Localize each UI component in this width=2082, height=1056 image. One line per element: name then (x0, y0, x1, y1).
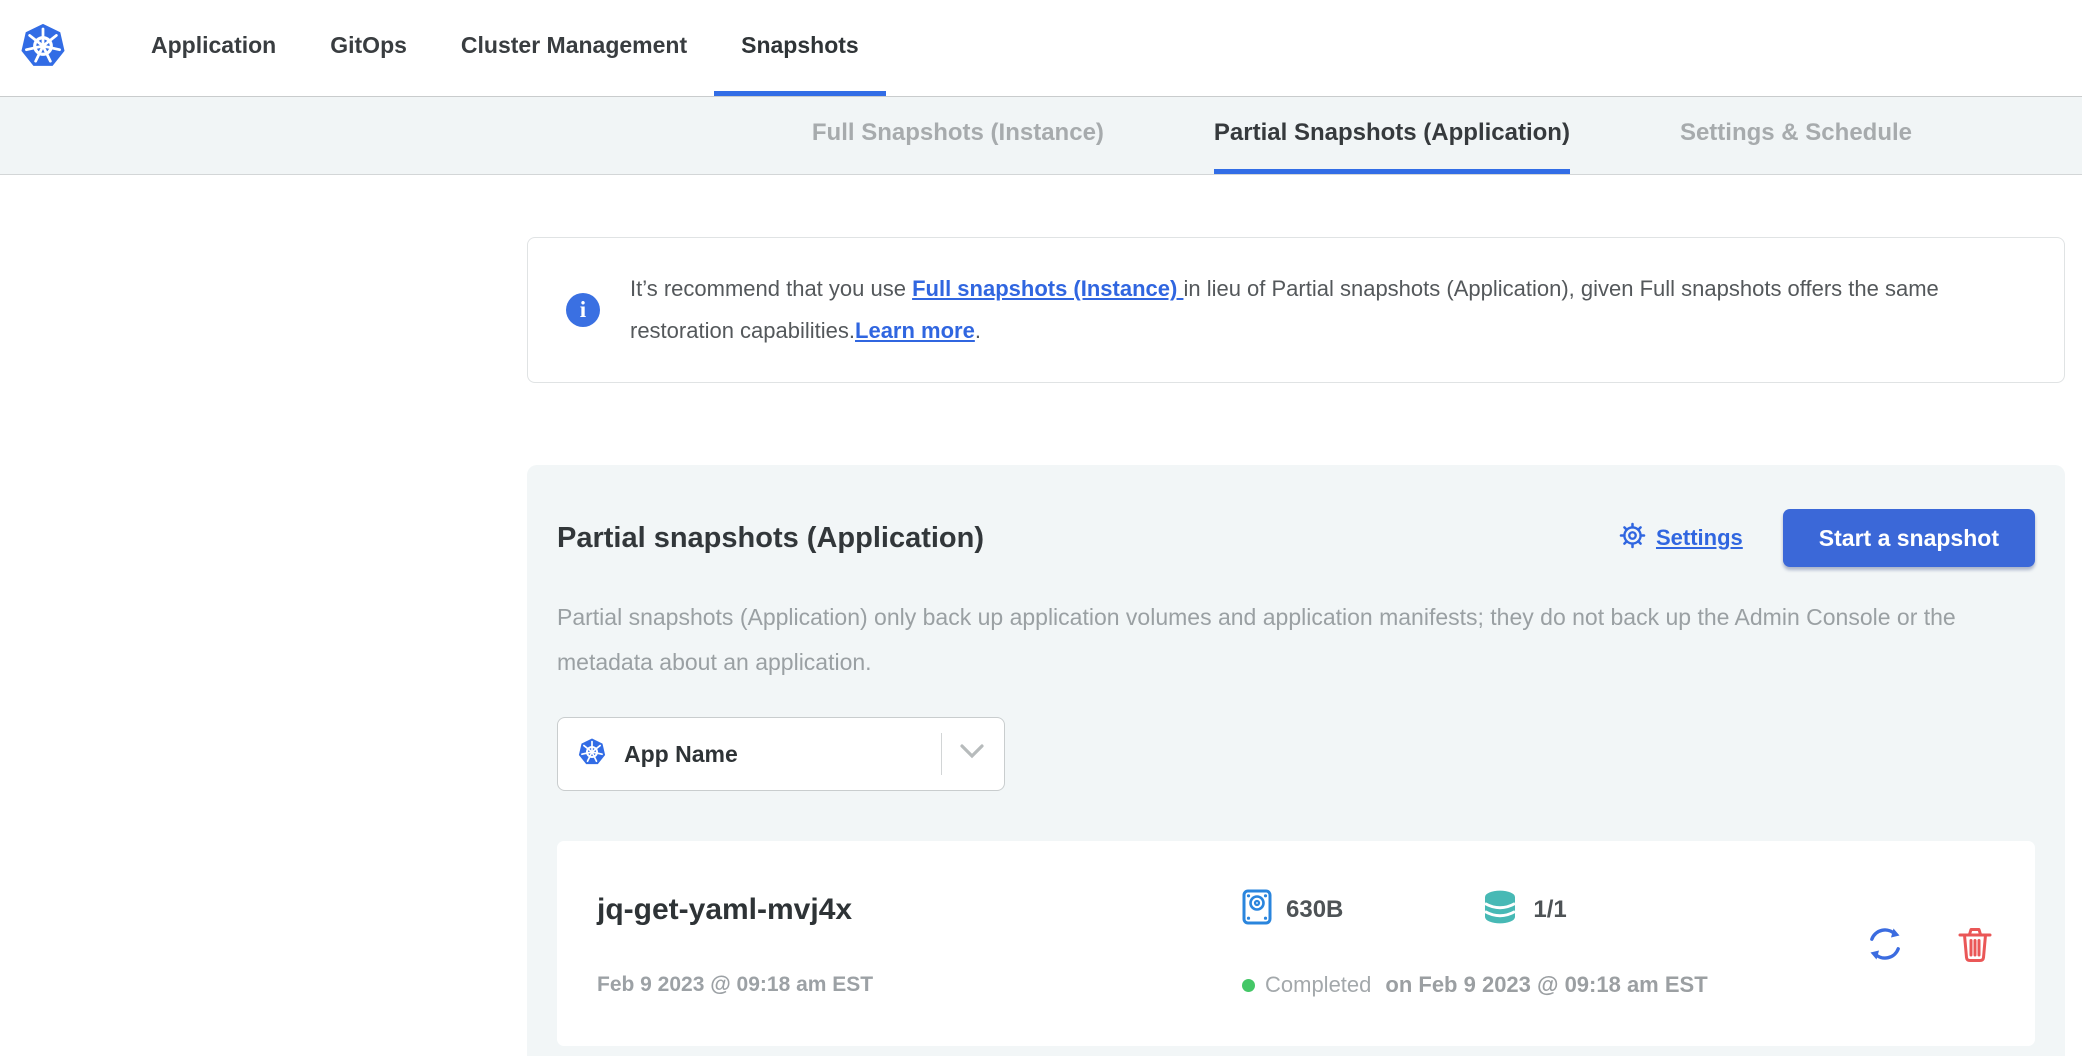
info-text-after: . (975, 318, 981, 343)
partial-snapshots-panel: Partial snapshots (Application) (527, 465, 2065, 1056)
database-volumes-icon (1481, 889, 1519, 930)
snapshot-size: 630B (1286, 896, 1343, 924)
tab-settings-schedule[interactable]: Settings & Schedule (1680, 97, 1912, 174)
page-title: Partial snapshots (Application) (557, 522, 1619, 555)
logo-wrap (20, 0, 66, 96)
panel-description: Partial snapshots (Application) only bac… (557, 595, 2027, 685)
full-snapshots-instance-link[interactable]: Full snapshots (Instance) (912, 276, 1183, 301)
nav-item-snapshots[interactable]: Snapshots (714, 0, 886, 96)
trash-icon[interactable] (1955, 924, 1995, 964)
snapshot-actions (1863, 922, 1995, 966)
snapshot-status: Completed on Feb 9 2023 @ 09:18 am EST (1242, 972, 1863, 998)
snapshot-volumes: 1/1 (1533, 896, 1566, 924)
status-finished-at: on Feb 9 2023 @ 09:18 am EST (1385, 972, 1707, 998)
info-icon: i (566, 293, 600, 327)
snapshots-subtabs: Full Snapshots (Instance) Partial Snapsh… (0, 97, 2082, 175)
info-banner: i It’s recommend that you use Full snaps… (527, 237, 2065, 383)
status-label: Completed (1265, 972, 1371, 998)
gear-icon (1619, 522, 1646, 554)
snapshot-name: jq-get-yaml-mvj4x (597, 893, 1242, 927)
info-banner-text: It’s recommend that you use Full snapsho… (630, 268, 2026, 352)
snapshot-metrics: 630B 1/1 (1242, 889, 1863, 930)
settings-label: Settings (1656, 525, 1743, 551)
nav-item-application[interactable]: Application (124, 0, 303, 96)
panel-header: Partial snapshots (Application) (557, 509, 2035, 567)
status-dot-completed (1242, 979, 1255, 992)
kubernetes-app-icon (578, 738, 606, 771)
app-selector-value: App Name (624, 741, 738, 768)
snapshot-settings-link[interactable]: Settings (1619, 522, 1743, 554)
app-name-selector[interactable]: App Name (557, 717, 1005, 791)
kubernetes-logo-icon (20, 23, 66, 74)
restore-icon[interactable] (1863, 922, 1907, 966)
nav-item-gitops[interactable]: GitOps (303, 0, 434, 96)
learn-more-link[interactable]: Learn more (855, 318, 975, 343)
info-text-before: It’s recommend that you use (630, 276, 912, 301)
start-snapshot-button[interactable]: Start a snapshot (1783, 509, 2035, 567)
top-nav: Application GitOps Cluster Management Sn… (0, 0, 2082, 97)
chevron-down-icon (960, 744, 984, 764)
nav-item-cluster-management[interactable]: Cluster Management (434, 0, 714, 96)
tab-partial-snapshots-application[interactable]: Partial Snapshots (Application) (1214, 97, 1570, 174)
tab-full-snapshots-instance[interactable]: Full Snapshots (Instance) (812, 97, 1104, 174)
snapshot-created-at: Feb 9 2023 @ 09:18 am EST (597, 973, 1242, 997)
disk-size-icon (1242, 889, 1272, 930)
selector-divider (941, 733, 942, 775)
snapshot-row: jq-get-yaml-mvj4x Feb 9 2023 @ 09:18 am … (557, 841, 2035, 1046)
